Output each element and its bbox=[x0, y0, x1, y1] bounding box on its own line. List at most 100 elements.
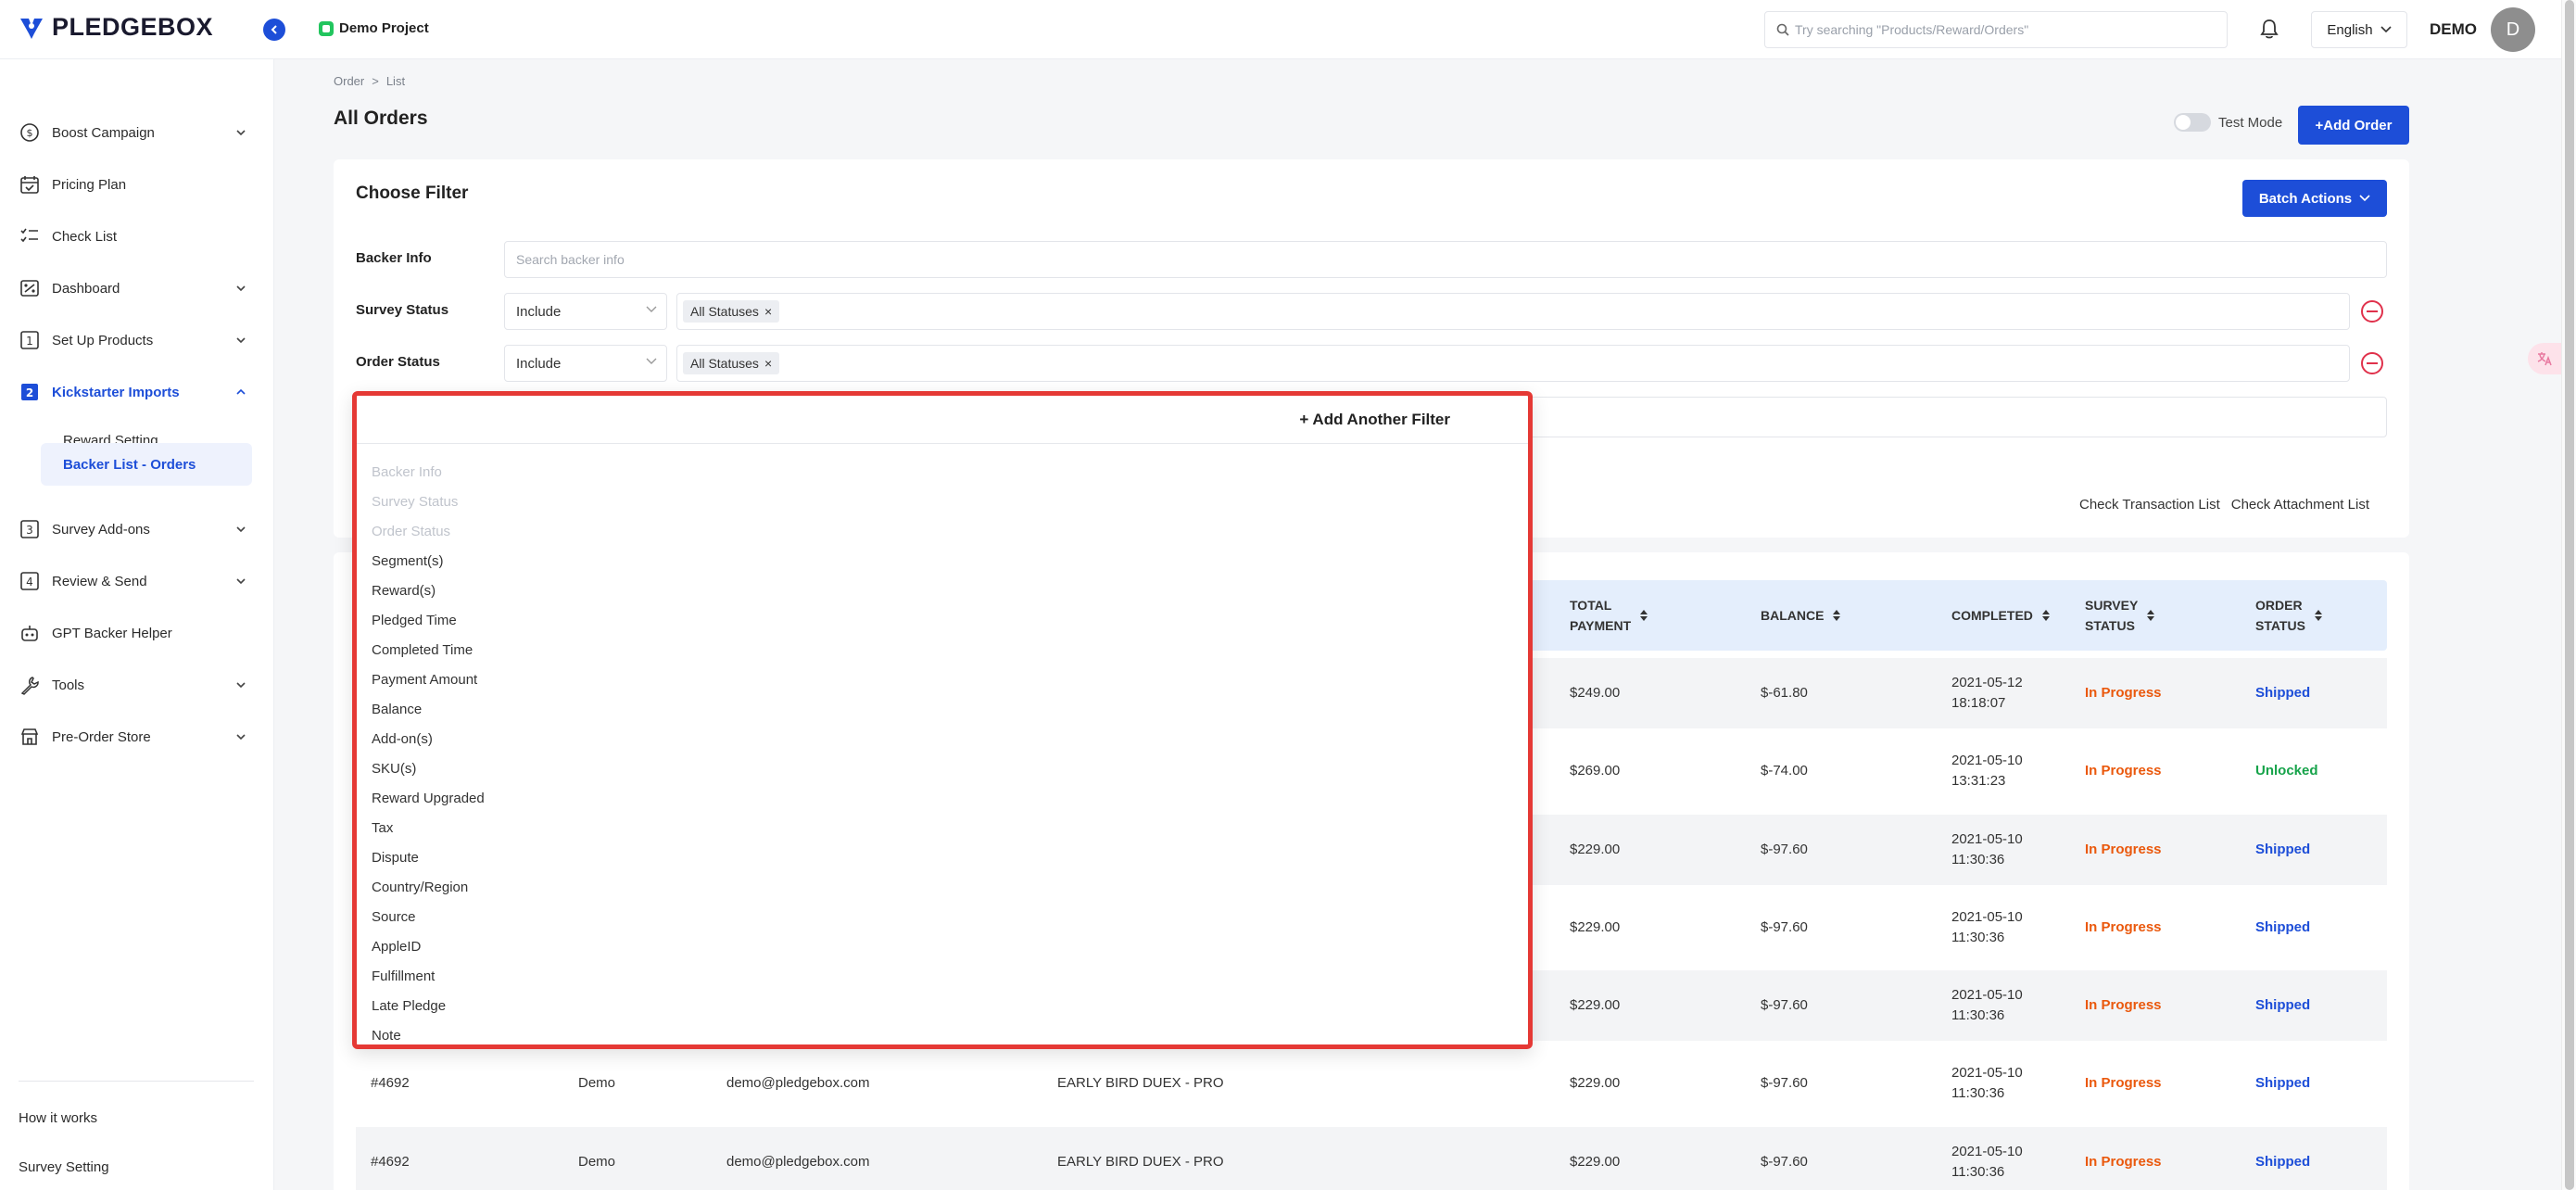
sort-icon[interactable] bbox=[2041, 610, 2050, 621]
sidebar-item-pre-order-store[interactable]: Pre-Order Store bbox=[19, 718, 256, 755]
step-1-icon: 1 bbox=[19, 329, 41, 351]
filter-option-late-pledge[interactable]: Late Pledge bbox=[372, 991, 485, 1020]
sidebar-item-kickstarter-imports[interactable]: 2 Kickstarter Imports bbox=[19, 373, 256, 411]
page-title: All Orders bbox=[334, 108, 428, 129]
sidebar-item-pricing-plan[interactable]: Pricing Plan bbox=[19, 166, 256, 203]
filter-title: Choose Filter bbox=[356, 184, 469, 203]
sidebar-item-dashboard[interactable]: Dashboard bbox=[19, 270, 256, 307]
sidebar-item-tools[interactable]: Tools bbox=[19, 666, 256, 703]
filter-option-skus[interactable]: SKU(s) bbox=[372, 753, 485, 783]
remove-filter-button[interactable] bbox=[2361, 352, 2383, 374]
filter-option-segments[interactable]: Segment(s) bbox=[372, 546, 485, 576]
chevron-down-icon bbox=[236, 130, 246, 136]
cell-order-status: Shipped bbox=[2255, 919, 2311, 935]
sort-icon[interactable] bbox=[2314, 610, 2322, 621]
language-select[interactable]: English bbox=[2311, 11, 2407, 48]
filter-option-reward-upgraded[interactable]: Reward Upgraded bbox=[372, 783, 485, 813]
cell-total: $229.00 bbox=[1570, 997, 1621, 1013]
filter-option-source[interactable]: Source bbox=[372, 902, 485, 931]
filter-option-appleid[interactable]: AppleID bbox=[372, 931, 485, 961]
check-attachment-list-link[interactable]: Check Attachment List bbox=[2231, 497, 2369, 513]
filter-option-tax[interactable]: Tax bbox=[372, 813, 485, 842]
check-transaction-list-link[interactable]: Check Transaction List bbox=[2079, 497, 2220, 513]
close-icon[interactable]: × bbox=[764, 304, 772, 319]
batch-actions-button[interactable]: Batch Actions bbox=[2242, 180, 2387, 217]
filter-option-country-region[interactable]: Country/Region bbox=[372, 872, 485, 902]
chevron-down-icon bbox=[236, 682, 246, 689]
how-it-works-link[interactable]: How it works bbox=[19, 1110, 97, 1126]
cell-order-id[interactable]: #4692 bbox=[371, 1127, 410, 1190]
cell-completed: 2021-05-10 11:30:36 bbox=[1951, 987, 2023, 1023]
backer-info-input[interactable]: Search backer info bbox=[504, 241, 2387, 278]
survey-setting-link[interactable]: Survey Setting bbox=[19, 1159, 109, 1175]
order-status-tags-select[interactable]: All Statuses × bbox=[676, 345, 2350, 382]
sidebar-item-gpt-backer-helper[interactable]: GPT Backer Helper bbox=[19, 614, 256, 652]
column-total-payment[interactable]: TOTAL PAYMENT bbox=[1570, 580, 1648, 651]
sidebar-divider bbox=[19, 1081, 254, 1082]
close-icon[interactable]: × bbox=[764, 356, 772, 371]
sidebar-item-survey-add-ons[interactable]: 3 Survey Add-ons bbox=[19, 511, 256, 548]
step-2-icon: 2 bbox=[19, 381, 41, 403]
breadcrumb-order[interactable]: Order bbox=[334, 74, 364, 88]
svg-text:2: 2 bbox=[26, 386, 33, 399]
filter-options-list: Backer Info Survey Status Order Status S… bbox=[372, 457, 485, 1050]
calendar-check-icon bbox=[19, 173, 41, 196]
cell-order-id[interactable]: #4692 bbox=[371, 1048, 410, 1119]
sidebar-item-boost-campaign[interactable]: $ Boost Campaign bbox=[19, 114, 256, 151]
cell-survey-status: In Progress bbox=[2085, 1075, 2162, 1091]
translate-icon bbox=[2537, 352, 2552, 366]
sidebar-item-check-list[interactable]: Check List bbox=[19, 218, 256, 255]
filter-option-note[interactable]: Note bbox=[372, 1020, 485, 1050]
user-name: DEMO bbox=[2430, 20, 2477, 38]
sort-icon[interactable] bbox=[2147, 610, 2155, 621]
filter-option-fulfillment[interactable]: Fulfillment bbox=[372, 961, 485, 991]
avatar[interactable]: D bbox=[2491, 7, 2535, 52]
collapse-sidebar-button[interactable] bbox=[263, 19, 285, 41]
feedback-tab[interactable] bbox=[2528, 343, 2561, 374]
column-completed[interactable]: COMPLETED bbox=[1951, 580, 2050, 651]
test-mode-toggle[interactable]: Test Mode bbox=[2174, 113, 2282, 132]
filter-option-dispute[interactable]: Dispute bbox=[372, 842, 485, 872]
add-order-button[interactable]: +Add Order bbox=[2298, 106, 2409, 145]
cell-survey-status: In Progress bbox=[2085, 842, 2162, 857]
table-row[interactable]: #4692 Demo demo@pledgebox.com EARLY BIRD… bbox=[356, 1048, 2387, 1119]
cell-total: $229.00 bbox=[1570, 842, 1621, 857]
breadcrumb: Order > List bbox=[334, 74, 405, 88]
column-label: BALANCE bbox=[1761, 608, 1825, 623]
filter-option-survey-status: Survey Status bbox=[372, 493, 459, 510]
project-selector[interactable]: Demo Project bbox=[319, 20, 429, 36]
breadcrumb-separator: > bbox=[372, 74, 379, 88]
chevron-down-icon bbox=[236, 734, 246, 741]
filter-option-balance[interactable]: Balance bbox=[372, 694, 485, 724]
add-another-filter-button[interactable]: + Add Another Filter bbox=[357, 396, 1528, 444]
column-survey-status[interactable]: SURVEY STATUS bbox=[2085, 580, 2155, 651]
cell-survey-status: In Progress bbox=[2085, 763, 2162, 779]
filter-option-payment-amount[interactable]: Payment Amount bbox=[372, 665, 485, 694]
toggle-switch[interactable] bbox=[2174, 113, 2211, 132]
search-input[interactable]: Try searching "Products/Reward/Orders" bbox=[1764, 11, 2228, 48]
checklist-icon bbox=[19, 225, 41, 247]
survey-status-include-select[interactable]: Include bbox=[504, 293, 667, 330]
page-scrollbar[interactable] bbox=[2561, 0, 2576, 1190]
remove-filter-button[interactable] bbox=[2361, 300, 2383, 323]
scrollbar-thumb[interactable] bbox=[2565, 0, 2574, 1190]
logo[interactable]: PLEDGEBOX bbox=[19, 13, 213, 42]
filter-option-completed-time[interactable]: Completed Time bbox=[372, 635, 485, 665]
filter-option-pledged-time[interactable]: Pledged Time bbox=[372, 605, 485, 635]
notifications-button[interactable] bbox=[2255, 15, 2283, 43]
sort-icon[interactable] bbox=[1640, 610, 1648, 621]
column-balance[interactable]: BALANCE bbox=[1761, 580, 1841, 651]
order-status-include-select[interactable]: Include bbox=[504, 345, 667, 382]
survey-status-tags-select[interactable]: All Statuses × bbox=[676, 293, 2350, 330]
cell-survey-status: In Progress bbox=[2085, 685, 2162, 701]
column-order-status[interactable]: ORDER STATUS bbox=[2255, 580, 2322, 651]
sidebar-item-review-send[interactable]: 4 Review & Send bbox=[19, 563, 256, 600]
sidebar-item-set-up-products[interactable]: 1 Set Up Products bbox=[19, 322, 256, 359]
sort-icon[interactable] bbox=[1833, 610, 1841, 621]
filter-option-rewards[interactable]: Reward(s) bbox=[372, 576, 485, 605]
filter-option-add-ons[interactable]: Add-on(s) bbox=[372, 724, 485, 753]
sidebar-subitem-backer-list-orders[interactable]: Backer List - Orders bbox=[41, 443, 252, 486]
table-row[interactable]: #4692 Demo demo@pledgebox.com EARLY BIRD… bbox=[356, 1127, 2387, 1190]
sidebar-item-label: GPT Backer Helper bbox=[52, 625, 172, 641]
search-icon bbox=[1776, 23, 1789, 36]
